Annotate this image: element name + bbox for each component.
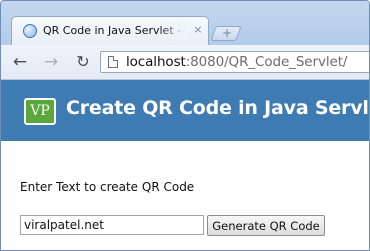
site-header: VP Create QR Code in Java Servlet (1, 80, 369, 141)
url-text[interactable]: localhost:8080/QR_Code_Servlet/ (126, 54, 347, 70)
reload-button[interactable]: ↻ (73, 52, 93, 72)
browser-toolbar: ← → ↻ localhost:8080/QR_Code_Servlet/ (1, 45, 369, 80)
url-path: :8080/QR_Code_Servlet/ (185, 54, 348, 70)
tab-title-fade (160, 21, 186, 41)
site-logo: VP (24, 98, 56, 125)
close-icon[interactable]: × (192, 24, 204, 36)
page-title: Create QR Code in Java Servlet (66, 97, 370, 119)
address-bar[interactable]: localhost:8080/QR_Code_Servlet/ (100, 51, 369, 73)
form-label: Enter Text to create QR Code (20, 180, 195, 194)
back-button[interactable]: ← (10, 52, 30, 72)
page-icon (108, 56, 118, 68)
forward-button[interactable]: → (41, 52, 61, 72)
generate-qr-code-button[interactable]: Generate QR Code (207, 215, 325, 236)
browser-window: QR Code in Java Servlet - viralpatel.net… (0, 0, 370, 251)
plus-icon[interactable]: + (220, 25, 234, 41)
tab-qr-code[interactable]: QR Code in Java Servlet - viralpatel.net… (11, 16, 209, 45)
qr-text-input[interactable] (20, 215, 204, 235)
globe-icon (23, 24, 37, 38)
tab-strip: QR Code in Java Servlet - viralpatel.net… (1, 1, 369, 45)
url-host: localhost (126, 54, 186, 70)
